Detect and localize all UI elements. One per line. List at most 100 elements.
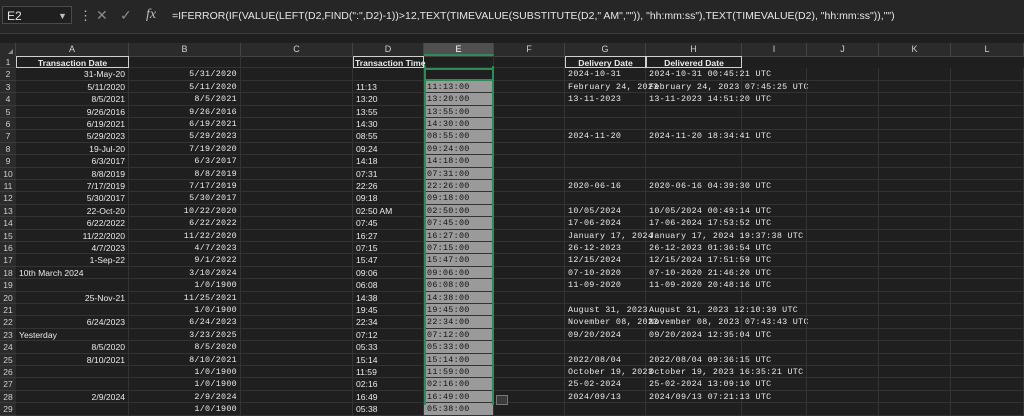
column-header-d[interactable]: D — [353, 43, 424, 56]
cell-c[interactable] — [241, 291, 353, 304]
cell-l[interactable] — [951, 242, 1024, 255]
row-header[interactable]: 16 — [0, 242, 16, 255]
cell-k[interactable] — [879, 353, 951, 366]
cell-h[interactable]: 13-11-2023 14:51:20 UTC — [646, 93, 771, 106]
cell-j[interactable] — [807, 341, 879, 354]
cell-f[interactable] — [494, 68, 565, 81]
cell-h[interactable]: August 31, 2023 12:10:39 UTC — [646, 304, 798, 317]
cell[interactable] — [129, 56, 241, 69]
cell-b[interactable]: 6/19/2021 — [129, 118, 241, 131]
cell-l[interactable] — [951, 366, 1024, 379]
cell-k[interactable] — [879, 304, 951, 317]
cell[interactable] — [494, 56, 565, 69]
cell-h[interactable] — [646, 105, 742, 118]
cell-f[interactable] — [494, 105, 565, 118]
cell-g[interactable]: 2024-11-20 — [565, 130, 646, 143]
cell-b[interactable]: 8/5/2020 — [129, 341, 241, 354]
cell-i[interactable] — [742, 155, 807, 168]
cell-h[interactable]: February 24, 2023 07:45:25 UTC — [646, 80, 808, 94]
cell-d[interactable]: 15:14 — [353, 353, 424, 366]
cell-a[interactable]: 6/3/2017 — [16, 155, 129, 168]
cell-g[interactable]: October 19, 2023 — [565, 366, 653, 379]
cell-c[interactable] — [241, 80, 353, 94]
cell-l[interactable] — [951, 130, 1024, 143]
cell-h[interactable]: 12/15/2024 17:51:59 UTC — [646, 254, 771, 267]
cell-k[interactable] — [879, 403, 951, 416]
header-delivered-date[interactable]: Delivered Date — [646, 56, 742, 69]
cell-f[interactable] — [494, 279, 565, 292]
cell-h[interactable]: 2022/08/04 09:36:15 UTC — [646, 353, 771, 366]
cell-i[interactable] — [742, 217, 807, 230]
row-header[interactable]: 4 — [0, 93, 16, 106]
cell-i[interactable] — [742, 192, 807, 205]
cell-c[interactable] — [241, 242, 353, 255]
cell-b[interactable]: 10/22/2020 — [129, 204, 241, 218]
cell-a[interactable]: 2/9/2024 — [16, 390, 129, 404]
cell-k[interactable] — [879, 118, 951, 131]
cell-j[interactable] — [807, 192, 879, 205]
cell-k[interactable] — [879, 130, 951, 143]
cell-l[interactable] — [951, 93, 1024, 106]
cell-c[interactable] — [241, 180, 353, 193]
cell-l[interactable] — [951, 378, 1024, 391]
cell-b[interactable]: 1/0/1900 — [129, 279, 241, 292]
cell-f[interactable] — [494, 217, 565, 230]
cell-b[interactable]: 9/1/2022 — [129, 254, 241, 267]
cell-f[interactable] — [494, 167, 565, 180]
cell-d[interactable]: 16:49 — [353, 390, 424, 404]
cell-g[interactable] — [565, 167, 646, 180]
cell-k[interactable] — [879, 105, 951, 118]
cell-e[interactable]: 08:55:00 — [424, 130, 494, 143]
cell-h[interactable] — [646, 291, 742, 304]
cell-c[interactable] — [241, 254, 353, 267]
row-header[interactable]: 13 — [0, 204, 16, 218]
cell-j[interactable] — [807, 304, 879, 317]
cell-a[interactable]: 4/7/2023 — [16, 242, 129, 255]
cell-g[interactable]: November 08, 2023 — [565, 316, 658, 329]
cell-e[interactable]: 16:27:00 — [424, 229, 494, 242]
cell-k[interactable] — [879, 142, 951, 156]
cell-c[interactable] — [241, 142, 353, 156]
cell-j[interactable] — [807, 266, 879, 280]
cell-i[interactable] — [742, 279, 807, 292]
cell-c[interactable] — [241, 217, 353, 230]
cell-e[interactable]: 02:50:00 — [424, 204, 494, 218]
cell-i[interactable] — [742, 242, 807, 255]
row-header[interactable]: 5 — [0, 105, 16, 118]
cell-a[interactable]: 22-Oct-20 — [16, 204, 129, 218]
cell-g[interactable]: 2024-10-31 — [565, 68, 646, 81]
quick-analysis-icon[interactable] — [496, 395, 508, 405]
cell-d[interactable]: 14:30 — [353, 118, 424, 131]
cell-i[interactable] — [742, 118, 807, 131]
cell-f[interactable] — [494, 130, 565, 143]
cell-c[interactable] — [241, 118, 353, 131]
cell-b[interactable]: 6/3/2017 — [129, 155, 241, 168]
cell-d[interactable]: 07:31 — [353, 167, 424, 180]
cell-i[interactable] — [742, 353, 807, 366]
cell-j[interactable] — [807, 390, 879, 404]
cell-i[interactable] — [742, 390, 807, 404]
cell-l[interactable] — [951, 155, 1024, 168]
cell-c[interactable] — [241, 130, 353, 143]
row-header[interactable]: 3 — [0, 80, 16, 94]
cell-c[interactable] — [241, 390, 353, 404]
cell-i[interactable] — [742, 93, 807, 106]
cell-e[interactable]: 22:26:00 — [424, 180, 494, 193]
cell-g[interactable]: 10/05/2024 — [565, 204, 646, 218]
cell-d[interactable]: 09:18 — [353, 192, 424, 205]
cell-e[interactable]: 07:31:00 — [424, 167, 494, 180]
cell-k[interactable] — [879, 366, 951, 379]
cell-i[interactable] — [742, 266, 807, 280]
cell-j[interactable] — [807, 155, 879, 168]
cell-a[interactable]: 8/8/2019 — [16, 167, 129, 180]
cell-h[interactable]: 2024-11-20 18:34:41 UTC — [646, 130, 771, 143]
cell-c[interactable] — [241, 304, 353, 317]
row-header[interactable]: 22 — [0, 316, 16, 329]
cell-h[interactable]: 10/05/2024 00:49:14 UTC — [646, 204, 771, 218]
cell-a[interactable]: 6/19/2021 — [16, 118, 129, 131]
row-header[interactable]: 27 — [0, 378, 16, 391]
cell-h[interactable]: 11-09-2020 20:48:16 UTC — [646, 279, 771, 292]
cell-f[interactable] — [494, 242, 565, 255]
cell-i[interactable] — [742, 378, 807, 391]
cell-f[interactable] — [494, 142, 565, 156]
